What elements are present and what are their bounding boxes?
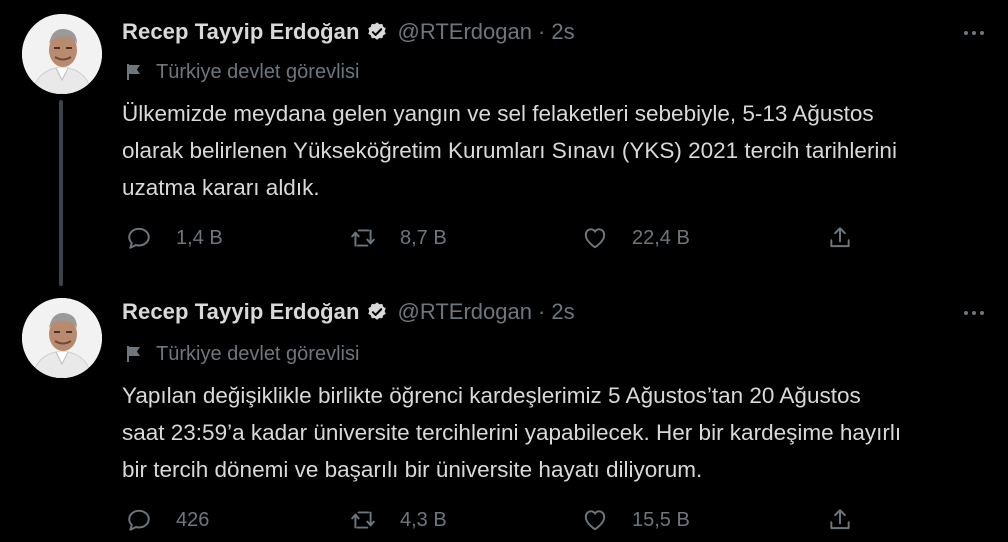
like-count: 22,4 B — [632, 226, 690, 249]
author-name[interactable]: Recep Tayyip Erdoğan — [122, 299, 360, 325]
author-handle[interactable]: @RTErdogan — [398, 19, 532, 45]
like-button[interactable]: 15,5 B — [582, 502, 690, 538]
author-name[interactable]: Recep Tayyip Erdoğan — [122, 19, 360, 45]
flag-icon — [127, 346, 140, 362]
heart-icon — [584, 510, 606, 531]
like-button[interactable]: 22,4 B — [582, 220, 690, 256]
more-options-icon[interactable] — [956, 301, 992, 325]
government-label[interactable]: Türkiye devlet görevlisi — [124, 341, 359, 367]
tweet-header: Recep Tayyip Erdoğan @RTErdogan · 2s — [122, 17, 575, 47]
retweet-icon — [351, 229, 375, 247]
timestamp[interactable]: 2s — [551, 19, 574, 45]
reply-button[interactable]: 426 — [126, 502, 209, 538]
reply-button[interactable]: 1,4 B — [126, 220, 223, 256]
tweet-text-line: olarak belirlenen Yükseköğretim Kurumlar… — [122, 138, 897, 163]
tweet[interactable]: Recep Tayyip Erdoğan @RTErdogan · 2s Tür… — [0, 0, 1008, 286]
tweet-header: Recep Tayyip Erdoğan @RTErdogan · 2s — [122, 297, 575, 327]
heart-icon — [584, 228, 606, 249]
avatar[interactable] — [22, 298, 102, 378]
tweet-text-line: Ülkemizde meydana gelen yangın ve sel fe… — [122, 101, 874, 126]
reply-count: 1,4 B — [176, 226, 223, 249]
verified-badge-icon — [367, 22, 386, 40]
timestamp[interactable]: 2s — [551, 299, 574, 325]
author-handle[interactable]: @RTErdogan — [398, 299, 532, 325]
tweet[interactable]: Recep Tayyip Erdoğan @RTErdogan · 2s Tür… — [0, 282, 1008, 542]
tweet-text-line: uzatma kararı aldık. — [122, 175, 320, 200]
label-text: Türkiye devlet görevlisi — [156, 342, 360, 365]
flag-icon — [127, 64, 140, 80]
more-options-icon[interactable] — [956, 21, 992, 45]
tweet-actions: 426 4,3 B 15,5 B — [122, 502, 862, 538]
tweet-text-line: bir tercih dönemi ve başarılı bir üniver… — [122, 457, 703, 482]
tweet-actions: 1,4 B 8,7 B 22,4 B — [122, 220, 862, 256]
share-icon — [830, 227, 850, 248]
tweet-text-line: saat 23:59’a kadar üniversite tercihleri… — [122, 420, 902, 445]
reply-icon — [128, 509, 150, 531]
retweet-count: 8,7 B — [400, 226, 447, 249]
share-button[interactable] — [827, 220, 853, 256]
verified-badge-icon — [367, 302, 386, 320]
share-icon — [830, 509, 850, 530]
share-button[interactable] — [827, 502, 853, 538]
retweet-button[interactable]: 8,7 B — [350, 220, 447, 256]
separator-dot: · — [538, 299, 546, 324]
government-label[interactable]: Türkiye devlet görevlisi — [124, 59, 359, 85]
avatar[interactable] — [22, 14, 102, 94]
retweet-icon — [351, 511, 375, 529]
reply-icon — [128, 227, 150, 249]
tweet-text: Ülkemizde meydana gelen yangın ve sel fe… — [122, 95, 982, 206]
label-text: Türkiye devlet görevlisi — [156, 60, 360, 83]
separator-dot: · — [538, 19, 546, 44]
thread-connector-line — [59, 100, 63, 286]
like-count: 15,5 B — [632, 508, 690, 531]
tweet-text: Yapılan değişiklikle birlikte öğrenci ka… — [122, 377, 982, 488]
tweet-text-line: Yapılan değişiklikle birlikte öğrenci ka… — [122, 383, 861, 408]
retweet-button[interactable]: 4,3 B — [350, 502, 447, 538]
retweet-count: 4,3 B — [400, 508, 447, 531]
reply-count: 426 — [176, 508, 210, 531]
